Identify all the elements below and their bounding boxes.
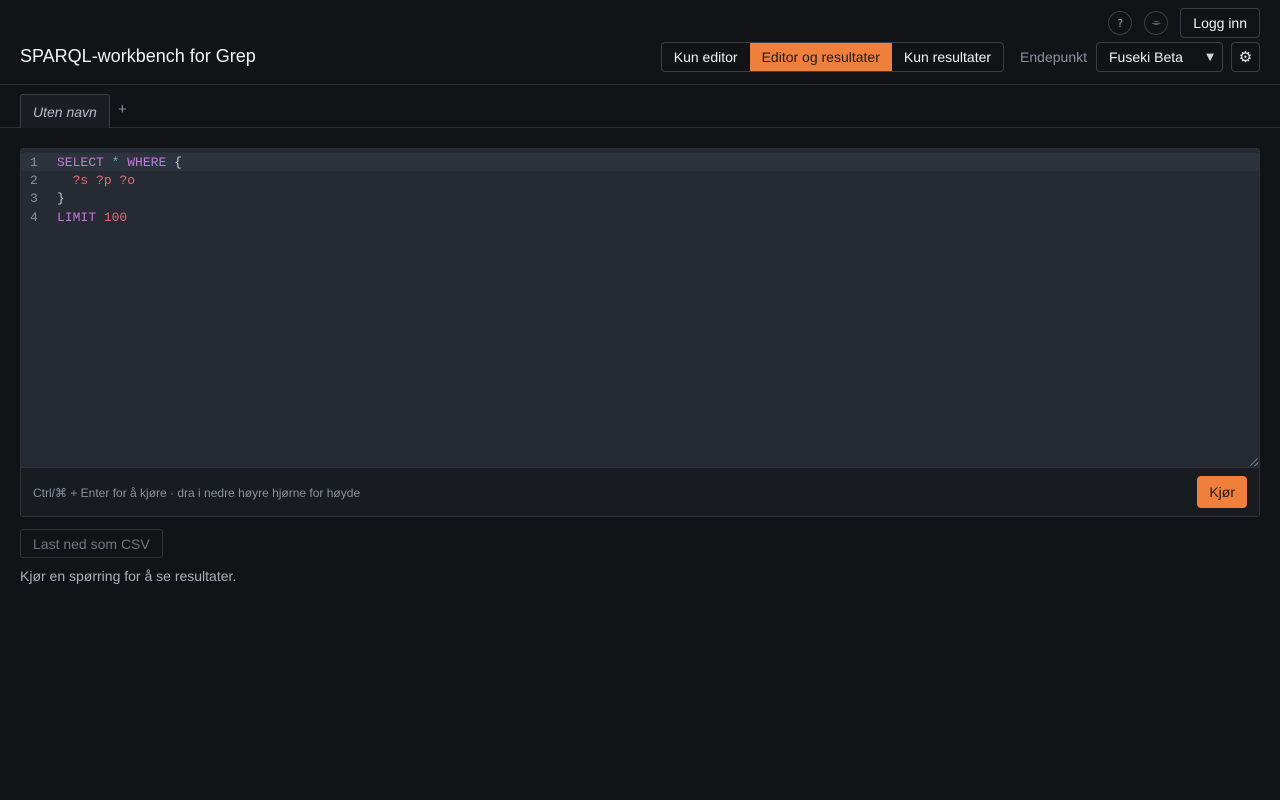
code-line: 4 LIMIT 100 [21, 208, 1259, 226]
code-text: SELECT * WHERE { [57, 155, 182, 170]
code-token: { [166, 154, 182, 170]
results-empty-message: Kjør en spørring for å se resultater. [20, 568, 237, 584]
line-number: 3 [30, 190, 38, 206]
run-button[interactable]: Kjør [1197, 476, 1247, 508]
code-token-kw: LIMIT [57, 209, 97, 225]
code-token-var: ?o [119, 172, 136, 188]
endpoint-label: Endepunkt [1020, 49, 1087, 65]
add-tab-button[interactable]: + [118, 101, 127, 118]
top-bar: ? ⌯ Logg inn SPARQL-workbench for Grep K… [0, 0, 1280, 85]
code-text: LIMIT 100 [57, 210, 127, 225]
code-text: } [57, 191, 65, 206]
code-token-var: ?s [72, 172, 89, 188]
endpoint-selected-value: Fuseki Beta [1109, 49, 1183, 65]
code-token-var: ?p [96, 172, 112, 188]
header-controls: Kun editor Editor og resultater Kun resu… [660, 42, 1260, 72]
chevron-down-icon: ▼ [1206, 51, 1214, 63]
code-line: 1 SELECT * WHERE { [21, 153, 1259, 171]
login-button[interactable]: Logg inn [1180, 8, 1260, 38]
view-mode-switch: Kun editor Editor og resultater Kun resu… [660, 42, 1005, 72]
code-token-kw: SELECT [57, 154, 104, 170]
line-number: 1 [30, 154, 38, 170]
download-csv-button[interactable]: Last ned som CSV [20, 529, 163, 558]
editor-hint: Ctrl/⌘ + Enter for å kjøre · dra i nedre… [33, 486, 361, 500]
code-editor[interactable]: 1 SELECT * WHERE { 2 ?s ?p ?o 3 } 4 LIMI… [21, 149, 1259, 468]
line-number: 2 [30, 172, 38, 188]
query-tab-bar: Uten navn + [0, 85, 1280, 128]
app-title: SPARQL-workbench for Grep [20, 46, 256, 66]
code-text: ?s ?p ?o [57, 173, 135, 188]
view-mode-editor-only[interactable]: Kun editor [662, 43, 750, 71]
editor-panel: 1 SELECT * WHERE { 2 ?s ?p ?o 3 } 4 LIMI… [20, 148, 1260, 517]
code-token-num: 100 [103, 209, 128, 225]
view-mode-results-only[interactable]: Kun resultater [892, 43, 1003, 71]
tab-uten-navn[interactable]: Uten navn [20, 94, 110, 128]
code-token-kw: WHERE [127, 154, 167, 170]
code-token: } [57, 190, 65, 206]
view-mode-editor-and-results[interactable]: Editor og resultater [749, 43, 892, 71]
utility-bar: ? ⌯ Logg inn [1108, 8, 1260, 38]
shortcuts-icon[interactable]: ⌯ [1144, 11, 1169, 35]
help-icon[interactable]: ? [1108, 11, 1133, 35]
settings-gear-icon[interactable]: ⚙ [1231, 42, 1260, 72]
code-line: 3 } [21, 189, 1259, 207]
line-number: 4 [30, 209, 38, 225]
resize-handle-icon[interactable] [1250, 458, 1258, 466]
code-line: 2 ?s ?p ?o [21, 171, 1259, 189]
endpoint-select[interactable]: Fuseki Beta ▼ [1096, 42, 1223, 72]
